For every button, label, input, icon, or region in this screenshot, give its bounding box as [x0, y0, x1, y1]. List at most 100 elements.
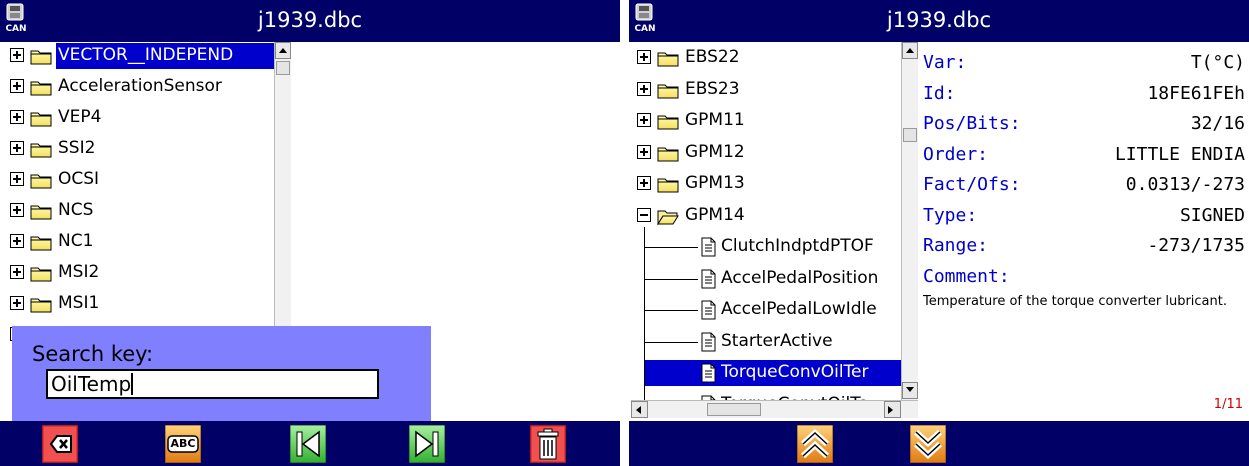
tree-connector	[644, 385, 645, 400]
open-folder-icon	[657, 209, 679, 226]
tree-item[interactable]: AccelerationSensor	[4, 73, 274, 99]
property-key: Var:	[923, 52, 967, 73]
expand-plus-icon[interactable]	[10, 203, 24, 217]
scroll-up-button[interactable]	[275, 42, 291, 59]
folder-icon	[30, 297, 52, 313]
search-input[interactable]: OilTemp	[46, 369, 379, 399]
tree-item[interactable]: StarterActive	[631, 322, 901, 354]
trash-icon	[529, 424, 567, 464]
scroll-down-button[interactable]	[902, 382, 918, 399]
delete-button[interactable]	[529, 424, 567, 464]
tree-scrollbar[interactable]	[274, 42, 291, 326]
tree-item[interactable]: TorqueConvOilTer	[631, 353, 901, 386]
tree-item-label: NC1	[58, 231, 94, 251]
expand-plus-icon[interactable]	[10, 48, 24, 62]
property-value: SIGNED	[1179, 204, 1245, 226]
property-row: Id: 18FE61FEh	[923, 79, 1245, 109]
tree-item-label: GPM14	[685, 205, 745, 225]
collapse-minus-icon[interactable]	[637, 208, 651, 222]
scroll-right-button[interactable]	[884, 401, 901, 418]
message-tree[interactable]: VECTOR__INDEPEND AccelerationSensor VEP4 SS…	[4, 42, 274, 344]
tree-item[interactable]: AccelPedalLowIdle	[631, 290, 901, 322]
search-value: OilTemp	[51, 372, 132, 396]
scroll-left-button[interactable]	[631, 401, 648, 418]
tree-item-label: NCS	[58, 200, 94, 220]
horizontal-thumb[interactable]	[707, 403, 761, 416]
last-button[interactable]	[408, 424, 446, 464]
folder-icon	[30, 142, 52, 158]
tree-item-label: StarterActive	[721, 331, 833, 351]
property-value: -273/1735	[1147, 235, 1245, 256]
expand-plus-icon[interactable]	[10, 79, 24, 93]
tree-item[interactable]: EBS23	[631, 76, 901, 102]
tree-item[interactable]: GPM12	[631, 139, 901, 165]
expand-plus-icon[interactable]	[637, 82, 651, 96]
scroll-thumb[interactable]	[903, 128, 917, 142]
can-label: CAN	[5, 24, 27, 34]
keyboard-button[interactable]: ABC	[164, 424, 202, 464]
expand-plus-icon[interactable]	[637, 113, 651, 127]
signal-details: Var: T(°C) Id: 18FE61FEh Pos/Bits: 32/16 Order…	[919, 42, 1249, 421]
folder-icon	[30, 266, 52, 282]
tree-connector	[644, 247, 698, 248]
scroll-thumb[interactable]	[276, 61, 290, 75]
tree-item-label: VECTOR__INDEPEND	[58, 45, 234, 65]
folder-icon	[30, 235, 52, 251]
can-label: CAN	[634, 24, 656, 34]
tree-item[interactable]: NCS	[4, 197, 274, 223]
expand-plus-icon[interactable]	[10, 265, 24, 279]
tree-item-label: SSI2	[58, 138, 96, 158]
title-bar: CAN j1939.dbc	[0, 0, 620, 42]
property-key: Type:	[923, 204, 978, 226]
page-indicator: 1/11	[1213, 397, 1243, 412]
tree-scrollbar[interactable]	[901, 42, 918, 400]
expand-plus-icon[interactable]	[10, 172, 24, 186]
tree-item[interactable]: OCSI	[4, 166, 274, 192]
tree-item[interactable]: MSI1	[4, 290, 274, 316]
signal-document-icon	[701, 237, 716, 257]
expand-plus-icon[interactable]	[10, 141, 24, 155]
expand-plus-icon[interactable]	[10, 110, 24, 124]
property-key: Order:	[923, 143, 989, 165]
property-row: Var: T(°C)	[923, 48, 1245, 78]
expand-plus-icon[interactable]	[10, 296, 24, 310]
double-chevron-up-icon	[796, 424, 834, 464]
backspace-button[interactable]	[41, 424, 79, 464]
tree-item[interactable]: GPM13	[631, 170, 901, 196]
expand-plus-icon[interactable]	[637, 145, 651, 159]
folder-icon	[30, 80, 52, 96]
tree-item[interactable]: AccelPedalPosition	[631, 259, 901, 291]
tree-item[interactable]: GPM11	[631, 107, 901, 133]
first-button[interactable]	[289, 424, 327, 464]
tree-item-label: TorqueConvOilTer	[721, 362, 869, 382]
tree-item-label: MSI2	[58, 262, 100, 282]
right-screen: CAN j1939.dbc EBS22 EBS23 GPM11 GPM12 GPM13 G…	[629, 0, 1249, 466]
signal-tree[interactable]: EBS22 EBS23 GPM11 GPM12 GPM13 GPM14 ClutchIndp…	[631, 42, 901, 400]
tree-item[interactable]: ClutchIndptdPTOF	[631, 227, 901, 259]
expand-plus-icon[interactable]	[637, 50, 651, 64]
tree-item-label: GPM11	[685, 110, 745, 130]
comment-text: Temperature of the torque converter lubr…	[923, 294, 1227, 309]
page-down-button[interactable]	[909, 424, 947, 464]
tree-item[interactable]: VEP4	[4, 104, 274, 130]
search-panel: Search key: OilTemp	[12, 326, 431, 421]
search-label: Search key:	[32, 342, 154, 366]
horizontal-scrollbar[interactable]	[631, 400, 918, 418]
tree-item[interactable]: GPM14	[631, 202, 901, 228]
tree-item[interactable]: VECTOR__INDEPEND	[4, 42, 274, 69]
tree-connector	[644, 310, 698, 311]
page-up-button[interactable]	[796, 424, 834, 464]
folder-icon	[657, 114, 679, 130]
signal-document-icon	[701, 363, 716, 383]
folder-icon	[657, 177, 679, 193]
tree-item[interactable]: MSI2	[4, 259, 274, 285]
tree-item[interactable]: EBS22	[631, 44, 901, 70]
property-key: Pos/Bits:	[923, 113, 1021, 134]
tree-item[interactable]: TorqueConvtOilTe	[631, 385, 901, 400]
expand-plus-icon[interactable]	[637, 176, 651, 190]
tree-item-label: AccelPedalLowIdle	[721, 299, 877, 319]
expand-plus-icon[interactable]	[10, 234, 24, 248]
scroll-up-button[interactable]	[902, 42, 918, 59]
tree-item[interactable]: NC1	[4, 228, 274, 254]
tree-item[interactable]: SSI2	[4, 135, 274, 161]
